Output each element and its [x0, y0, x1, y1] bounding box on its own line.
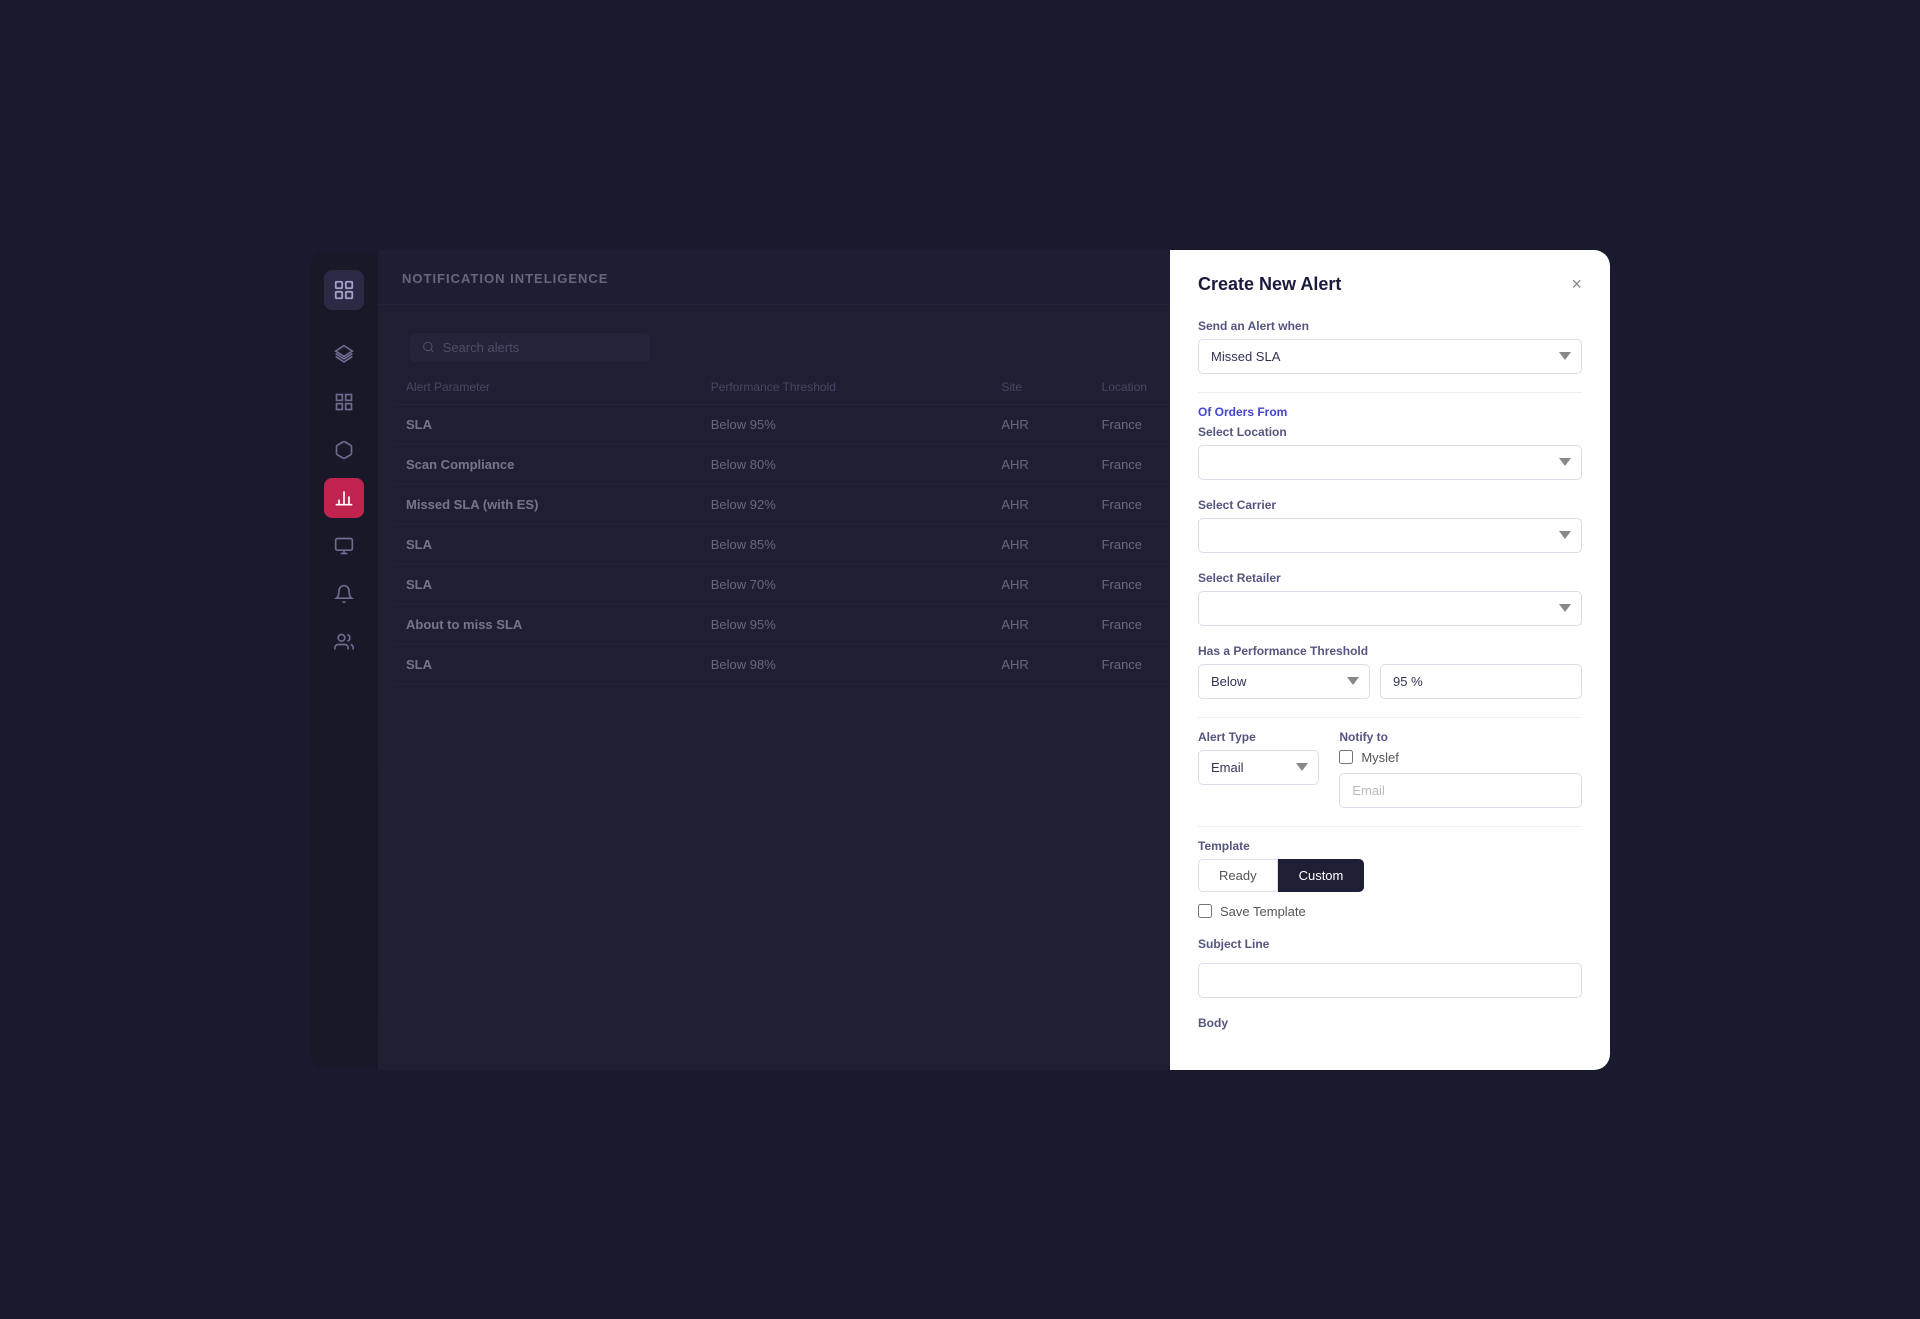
notify-to-label: Notify to	[1339, 730, 1582, 744]
email-input[interactable]	[1339, 773, 1582, 808]
box-icon[interactable]	[324, 430, 364, 470]
close-button[interactable]: ×	[1571, 275, 1582, 293]
divider-3	[1198, 826, 1582, 827]
template-custom-button[interactable]: Custom	[1278, 859, 1365, 892]
save-template-checkbox[interactable]	[1198, 904, 1212, 918]
alert-type-label: Alert Type	[1198, 730, 1319, 744]
subject-line-label: Subject Line	[1198, 937, 1582, 951]
subject-line-section: Subject Line	[1198, 937, 1582, 998]
create-alert-panel: Create New Alert × Send an Alert when Mi…	[1170, 250, 1610, 1070]
notify-col: Notify to Myslef	[1339, 730, 1582, 808]
template-buttons: Ready Custom	[1198, 859, 1582, 892]
alert-type-notify-row: Alert Type Email SMS Slack Notify to Mys…	[1198, 730, 1582, 808]
select-location-label: Select Location	[1198, 425, 1582, 439]
layers-icon[interactable]	[324, 334, 364, 374]
template-section: Template Ready Custom Save Template	[1198, 839, 1582, 919]
alert-type-col: Alert Type Email SMS Slack	[1198, 730, 1319, 785]
alert-type-select[interactable]: Email SMS Slack	[1198, 750, 1319, 785]
performance-threshold-label: Has a Performance Threshold	[1198, 644, 1582, 658]
subject-line-input[interactable]	[1198, 963, 1582, 998]
notify-myself-row: Myslef	[1339, 750, 1582, 765]
users-icon[interactable]	[324, 622, 364, 662]
of-orders-label: Of Orders From	[1198, 405, 1582, 419]
chart-icon[interactable]	[324, 478, 364, 518]
save-template-label: Save Template	[1220, 904, 1306, 919]
select-retailer-label: Select Retailer	[1198, 571, 1582, 585]
select-carrier-section: Select Carrier La Poste DHL	[1198, 498, 1582, 553]
select-location-section: Select Location France UK	[1198, 425, 1582, 480]
notify-myself-label: Myslef	[1361, 750, 1399, 765]
panel-header: Create New Alert ×	[1198, 274, 1582, 295]
grid-icon[interactable]	[324, 382, 364, 422]
template-label: Template	[1198, 839, 1582, 853]
panel-title: Create New Alert	[1198, 274, 1341, 295]
bell-icon[interactable]	[324, 574, 364, 614]
sidebar	[310, 250, 378, 1070]
threshold-value-input[interactable]	[1380, 664, 1582, 699]
main-content: NOTIFICATION INTELIGENCE Alert Parameter…	[378, 250, 1610, 1070]
send-alert-label: Send an Alert when	[1198, 319, 1582, 333]
divider-2	[1198, 717, 1582, 718]
body-label: Body	[1198, 1016, 1582, 1030]
select-retailer-dropdown[interactable]: Nike Adidas Puma	[1198, 591, 1582, 626]
divider-1	[1198, 392, 1582, 393]
select-carrier-dropdown[interactable]: La Poste DHL	[1198, 518, 1582, 553]
select-location-dropdown[interactable]: France UK	[1198, 445, 1582, 480]
monitor-icon[interactable]	[324, 526, 364, 566]
select-carrier-label: Select Carrier	[1198, 498, 1582, 512]
select-retailer-section: Select Retailer Nike Adidas Puma	[1198, 571, 1582, 626]
send-alert-select[interactable]: Missed SLA SLA Scan Compliance About to …	[1198, 339, 1582, 374]
logo-icon	[324, 270, 364, 310]
template-ready-button[interactable]: Ready	[1198, 859, 1278, 892]
threshold-operator-select[interactable]: Below Above Equal	[1198, 664, 1370, 699]
notify-myself-checkbox[interactable]	[1339, 750, 1353, 764]
threshold-row: Below Above Equal	[1198, 664, 1582, 699]
save-template-row: Save Template	[1198, 904, 1582, 919]
performance-threshold-section: Has a Performance Threshold Below Above …	[1198, 644, 1582, 699]
send-alert-section: Send an Alert when Missed SLA SLA Scan C…	[1198, 319, 1582, 374]
